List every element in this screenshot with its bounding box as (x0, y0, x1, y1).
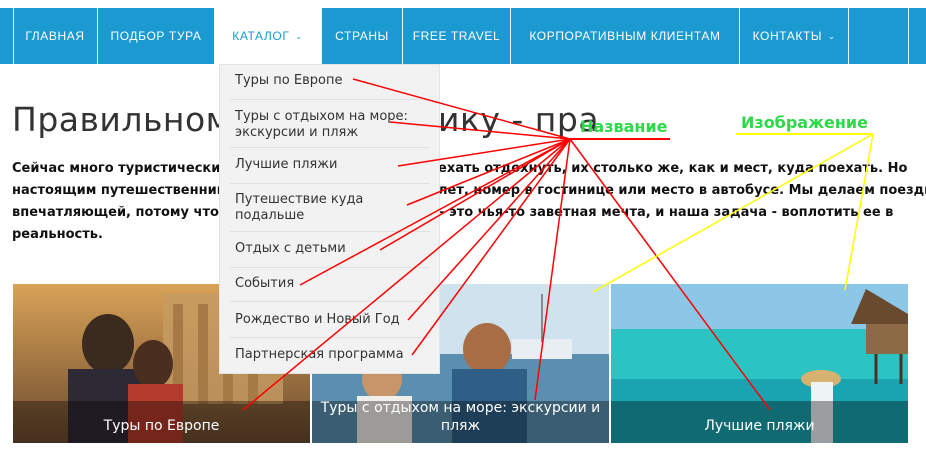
chevron-down-icon: ⌄ (828, 31, 836, 41)
intro-line: ехать отдохнуть, их столько же, как и ме… (438, 161, 908, 176)
nav-item-free-travel[interactable]: FREE TRAVEL (403, 8, 510, 64)
dropdown-item-events[interactable]: События (220, 276, 439, 292)
card-caption: Туры по Европе (13, 401, 310, 443)
dropdown-divider (230, 267, 430, 268)
nav-item-countries[interactable]: СТРАНЫ (322, 8, 402, 64)
card-caption: Туры с отдыхом на море: экскурсии и пляж (312, 400, 609, 443)
intro-line: реальность. (12, 227, 103, 242)
nav-item-label: ПОДБОР ТУРА (110, 29, 202, 43)
nav-item-label: FREE TRAVEL (412, 29, 501, 43)
dropdown-item-far-away[interactable]: Путешествие куда подальше (220, 192, 400, 224)
nav-item-catalog[interactable]: КАТАЛОГ ⌄ (214, 8, 321, 64)
nav-item-label: КАТАЛОГ (232, 29, 290, 43)
tour-card-beaches[interactable]: Лучшие пляжи (611, 284, 908, 443)
nav-item-tour-selection[interactable]: ПОДБОР ТУРА (98, 8, 214, 64)
dropdown-divider (230, 99, 430, 100)
dropdown-item-beaches[interactable]: Лучшие пляжи (220, 157, 439, 173)
card-caption: Лучшие пляжи (611, 401, 908, 443)
dropdown-divider (230, 147, 430, 148)
nav-item-label: ГЛАВНАЯ (25, 29, 85, 43)
nav-item-contacts[interactable]: КОНТАКТЫ ⌄ (740, 8, 848, 64)
catalog-dropdown: Туры по Европе Туры с отдыхом на море: э… (219, 64, 440, 374)
intro-line: Сейчас много туристических ко (12, 161, 252, 176)
nav-item-label: СТРАНЫ (335, 29, 389, 43)
nav-item-home[interactable]: ГЛАВНАЯ (13, 8, 97, 64)
dropdown-item-partners[interactable]: Партнерская программа (220, 347, 439, 363)
nav-item-corporate[interactable]: КОРПОРАТИВНЫМ КЛИЕНТАМ (511, 8, 739, 64)
top-strip (0, 0, 926, 8)
dropdown-item-kids[interactable]: Отдых с детьми (220, 241, 439, 257)
dropdown-divider (230, 183, 430, 184)
nav-divider (848, 8, 849, 64)
dropdown-divider (230, 301, 430, 302)
annotation-name-label: Название (580, 117, 668, 136)
nav-divider (908, 8, 909, 64)
annotation-image-label: Изображение (741, 113, 868, 132)
chevron-down-icon: ⌄ (295, 31, 303, 41)
intro-line: – это чья-то заветная мечта, и наша зада… (438, 205, 894, 220)
dropdown-divider (230, 231, 430, 232)
dropdown-item-europe[interactable]: Туры по Европе (220, 73, 439, 89)
dropdown-item-christmas[interactable]: Рождество и Новый Год (220, 312, 439, 328)
dropdown-item-sea[interactable]: Туры с отдыхом на море: экскурсии и пляж (220, 109, 425, 141)
page-title-tail: ику - пра (438, 100, 600, 139)
intro-line: настоящим путешественникам (12, 183, 245, 198)
intro-line: лет, номер в гостинице или место в автоб… (438, 183, 926, 198)
dropdown-divider (230, 337, 430, 338)
page-title: Правильному (12, 100, 252, 139)
main-nav: ГЛАВНАЯ ПОДБОР ТУРА КАТАЛОГ ⌄ СТРАНЫ FREE… (0, 8, 926, 64)
intro-line: впечатляющей, потому что уве (12, 205, 249, 220)
nav-item-label: КОНТАКТЫ (752, 29, 823, 43)
nav-item-label: КОРПОРАТИВНЫМ КЛИЕНТАМ (529, 29, 721, 43)
